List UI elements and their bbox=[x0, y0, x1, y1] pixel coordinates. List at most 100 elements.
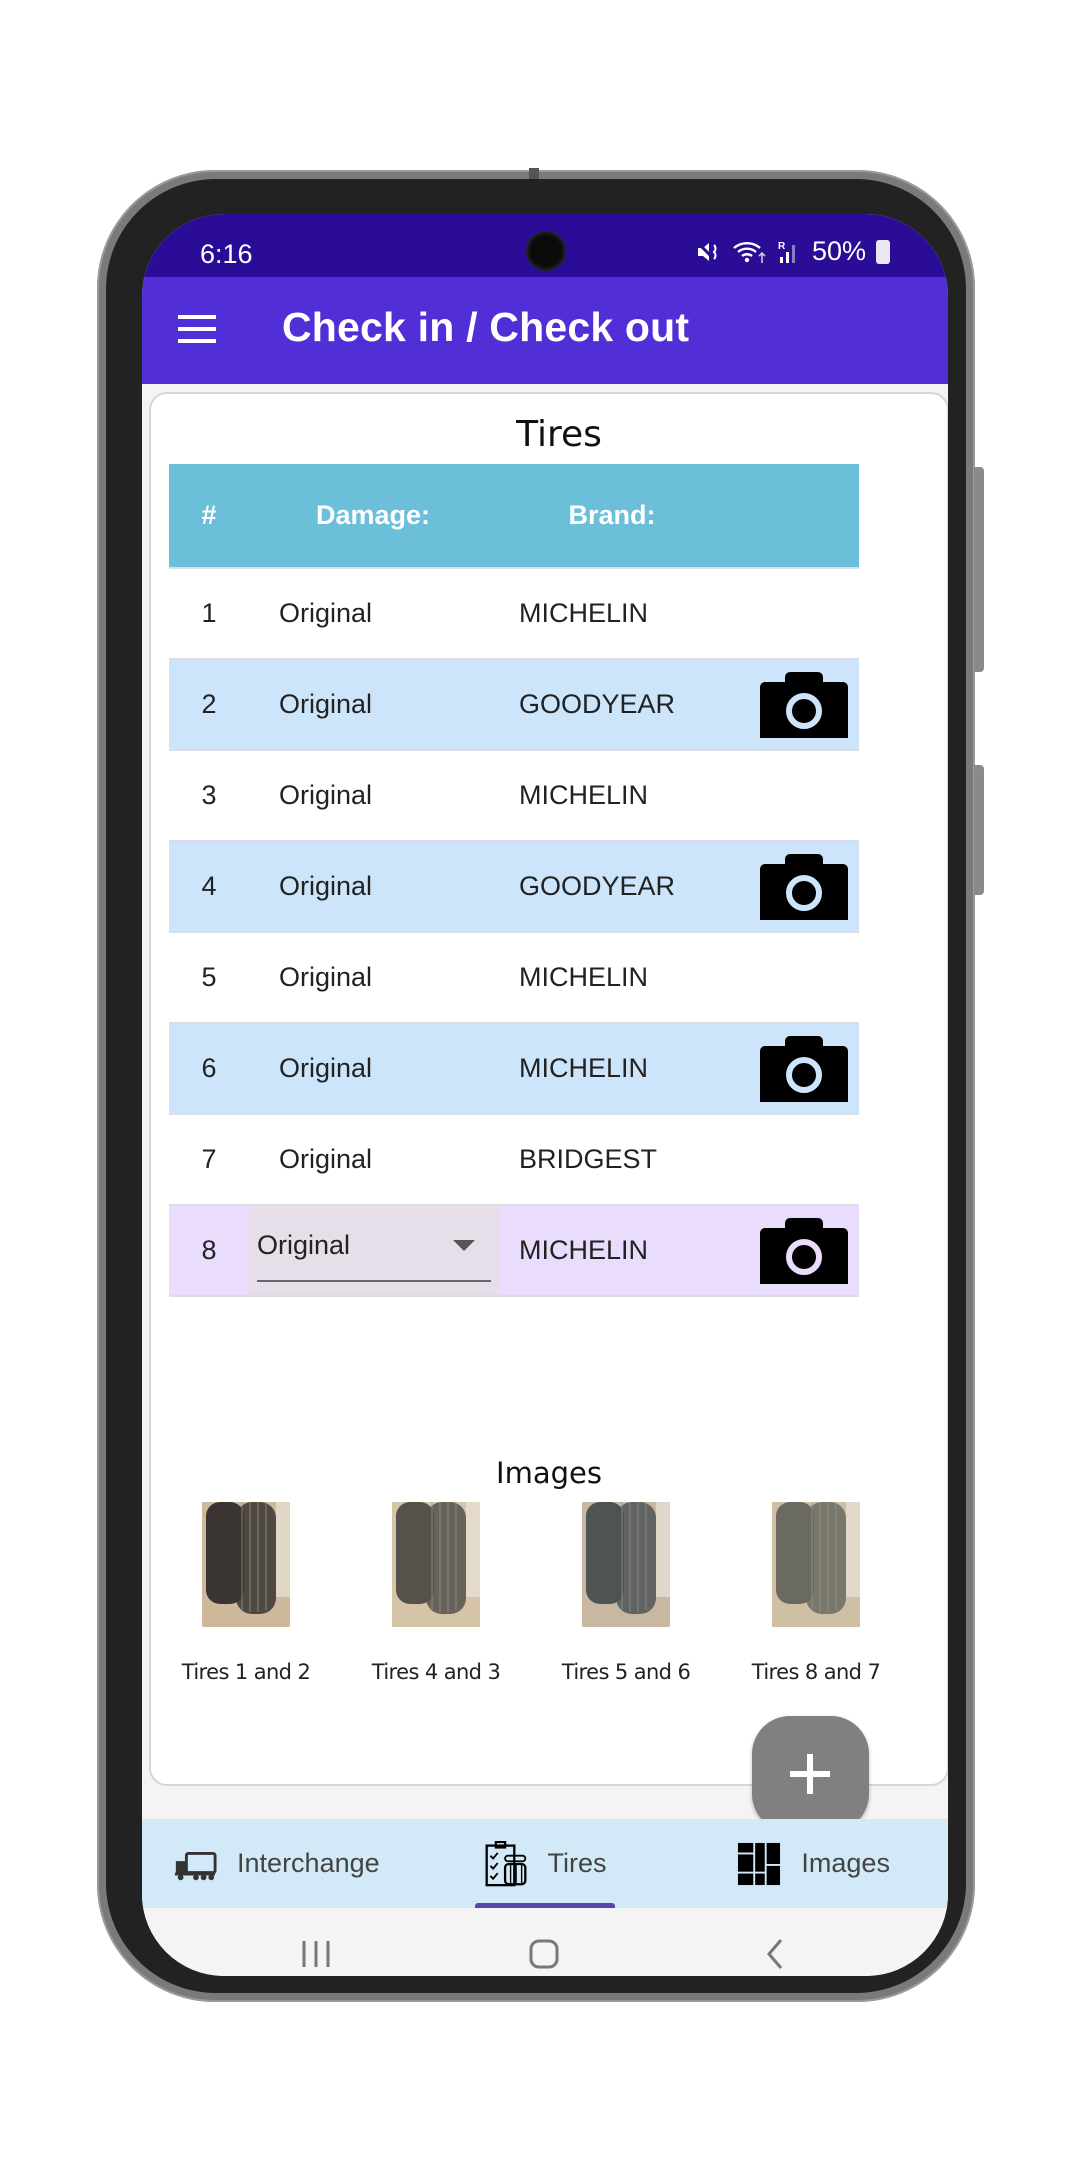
nav-tab-tires[interactable]: Tires bbox=[411, 1819, 680, 1908]
wifi-icon bbox=[733, 241, 766, 263]
truck-icon bbox=[174, 1851, 217, 1880]
tire-number-cell: 6 bbox=[201, 1053, 217, 1083]
recent-apps-button[interactable] bbox=[286, 1929, 346, 1976]
table-row[interactable]: 1 Original MICHELIN bbox=[169, 569, 859, 660]
status-bar: 6:16 R 50% bbox=[142, 214, 948, 277]
table-row[interactable]: 7 Original BRIDGEST bbox=[169, 1115, 859, 1206]
dropdown-arrow-icon bbox=[453, 1240, 475, 1251]
brand-cell: MICHELIN bbox=[519, 780, 649, 810]
column-header-brand: Brand: bbox=[568, 500, 656, 530]
front-camera bbox=[526, 231, 566, 271]
image-thumbnail[interactable]: Tires 4 and 3 bbox=[341, 1502, 531, 1684]
tire-number-cell: 5 bbox=[201, 962, 217, 992]
images-section-title: Images bbox=[496, 1456, 602, 1490]
column-header-number: # bbox=[201, 500, 217, 530]
table-row[interactable]: 8 Original MICHELIN bbox=[169, 1206, 859, 1297]
back-button[interactable] bbox=[744, 1929, 804, 1976]
photo-cell bbox=[749, 671, 859, 739]
nav-tab-label: Images bbox=[801, 1848, 890, 1878]
mute-icon bbox=[695, 240, 719, 263]
photo-cell bbox=[749, 1035, 859, 1103]
tire-number-cell: 4 bbox=[201, 871, 217, 901]
tire-number-cell: 8 bbox=[201, 1235, 217, 1265]
tire-number-cell: 1 bbox=[201, 598, 217, 628]
dropdown-underline bbox=[257, 1280, 491, 1282]
tire-photo bbox=[582, 1502, 670, 1627]
tires-section-title: Tires bbox=[516, 414, 602, 455]
image-gallery: Tires 1 and 2 Tires 4 and 3 Tires 5 and … bbox=[151, 1502, 931, 1684]
tire-photo bbox=[202, 1502, 290, 1627]
damage-dropdown-value: Original bbox=[257, 1230, 351, 1260]
svg-text:R: R bbox=[778, 241, 786, 252]
image-caption: Tires 8 and 7 bbox=[751, 1660, 881, 1684]
tire-photo bbox=[772, 1502, 860, 1627]
home-button[interactable] bbox=[515, 1929, 575, 1976]
home-icon bbox=[529, 1939, 559, 1969]
bottom-navigation: Interchange Tires Images bbox=[142, 1819, 948, 1908]
signal-roaming-icon: R bbox=[778, 241, 795, 263]
image-thumbnail[interactable]: Tires 8 and 7 bbox=[721, 1502, 911, 1684]
image-caption: Tires 1 and 2 bbox=[181, 1660, 311, 1684]
phone-frame: 6:16 R 50% Check in / Check out Tires # … bbox=[97, 168, 984, 2002]
tire-checklist-icon bbox=[485, 1840, 526, 1886]
back-icon bbox=[766, 1939, 782, 1969]
table-row[interactable]: 3 Original MICHELIN bbox=[169, 751, 859, 842]
table-row[interactable]: 2 Original GOODYEAR bbox=[169, 660, 859, 751]
hamburger-menu-icon[interactable] bbox=[178, 315, 216, 343]
damage-dropdown[interactable]: Original bbox=[249, 1206, 499, 1295]
camera-icon[interactable] bbox=[759, 1217, 849, 1285]
content-card: Tires # Damage: Brand: 1 Original MICHEL… bbox=[149, 392, 948, 1786]
camera-icon[interactable] bbox=[759, 1035, 849, 1103]
battery-percent: 50% bbox=[811, 236, 866, 266]
brand-cell: BRIDGEST bbox=[519, 1144, 658, 1174]
page-title: Check in / Check out bbox=[282, 304, 690, 350]
brand-cell: GOODYEAR bbox=[519, 871, 676, 901]
camera-icon[interactable] bbox=[759, 853, 849, 921]
photo-cell bbox=[749, 853, 859, 921]
add-button[interactable] bbox=[752, 1716, 869, 1832]
damage-cell: Original bbox=[279, 689, 373, 719]
table-row[interactable]: 6 Original MICHELIN bbox=[169, 1024, 859, 1115]
image-thumbnail[interactable]: Tires 5 and 6 bbox=[531, 1502, 721, 1684]
camera-icon[interactable] bbox=[759, 671, 849, 739]
app-bar: Check in / Check out bbox=[142, 277, 948, 384]
image-caption: Tires 4 and 3 bbox=[371, 1660, 501, 1684]
tire-number-cell: 3 bbox=[201, 780, 217, 810]
phone-bezel: 6:16 R 50% Check in / Check out Tires # … bbox=[106, 179, 966, 1993]
screen: 6:16 R 50% Check in / Check out Tires # … bbox=[142, 214, 948, 1976]
image-caption: Tires 5 and 6 bbox=[561, 1660, 691, 1684]
volume-button bbox=[974, 467, 984, 672]
damage-cell: Original bbox=[279, 598, 373, 628]
nav-tab-label: Tires bbox=[547, 1848, 607, 1878]
recent-apps-icon bbox=[302, 1941, 330, 1967]
brand-cell: MICHELIN bbox=[519, 598, 649, 628]
brand-cell: GOODYEAR bbox=[519, 689, 676, 719]
damage-cell: Original bbox=[279, 871, 373, 901]
damage-cell: Original bbox=[279, 780, 373, 810]
table-header: # Damage: Brand: bbox=[169, 464, 859, 569]
table-row[interactable]: 5 Original MICHELIN bbox=[169, 933, 859, 1024]
tire-photo bbox=[392, 1502, 480, 1627]
photo-cell bbox=[749, 1217, 859, 1285]
nav-tab-images[interactable]: Images bbox=[679, 1819, 948, 1908]
tires-table: # Damage: Brand: 1 Original MICHELIN 2 O… bbox=[169, 464, 859, 1297]
nav-tab-label: Interchange bbox=[237, 1848, 380, 1878]
brand-cell: MICHELIN bbox=[519, 962, 649, 992]
brand-cell: MICHELIN bbox=[519, 1053, 649, 1083]
power-button bbox=[974, 765, 984, 895]
battery-charging-icon bbox=[876, 239, 890, 264]
table-row[interactable]: 4 Original GOODYEAR bbox=[169, 842, 859, 933]
system-navigation-bar bbox=[142, 1908, 948, 1976]
damage-cell: Original bbox=[279, 1144, 373, 1174]
status-time: 6:16 bbox=[200, 239, 253, 269]
tire-number-cell: 2 bbox=[201, 689, 217, 719]
damage-cell: Original bbox=[279, 1053, 373, 1083]
image-grid-icon bbox=[738, 1842, 781, 1885]
image-thumbnail[interactable]: Tires 1 and 2 bbox=[151, 1502, 341, 1684]
status-icons: R 50% bbox=[695, 236, 890, 267]
nav-tab-interchange[interactable]: Interchange bbox=[142, 1819, 411, 1908]
damage-cell: Original bbox=[279, 962, 373, 992]
tire-number-cell: 7 bbox=[201, 1144, 217, 1174]
brand-cell: MICHELIN bbox=[519, 1235, 649, 1265]
column-header-damage: Damage: bbox=[315, 500, 431, 530]
